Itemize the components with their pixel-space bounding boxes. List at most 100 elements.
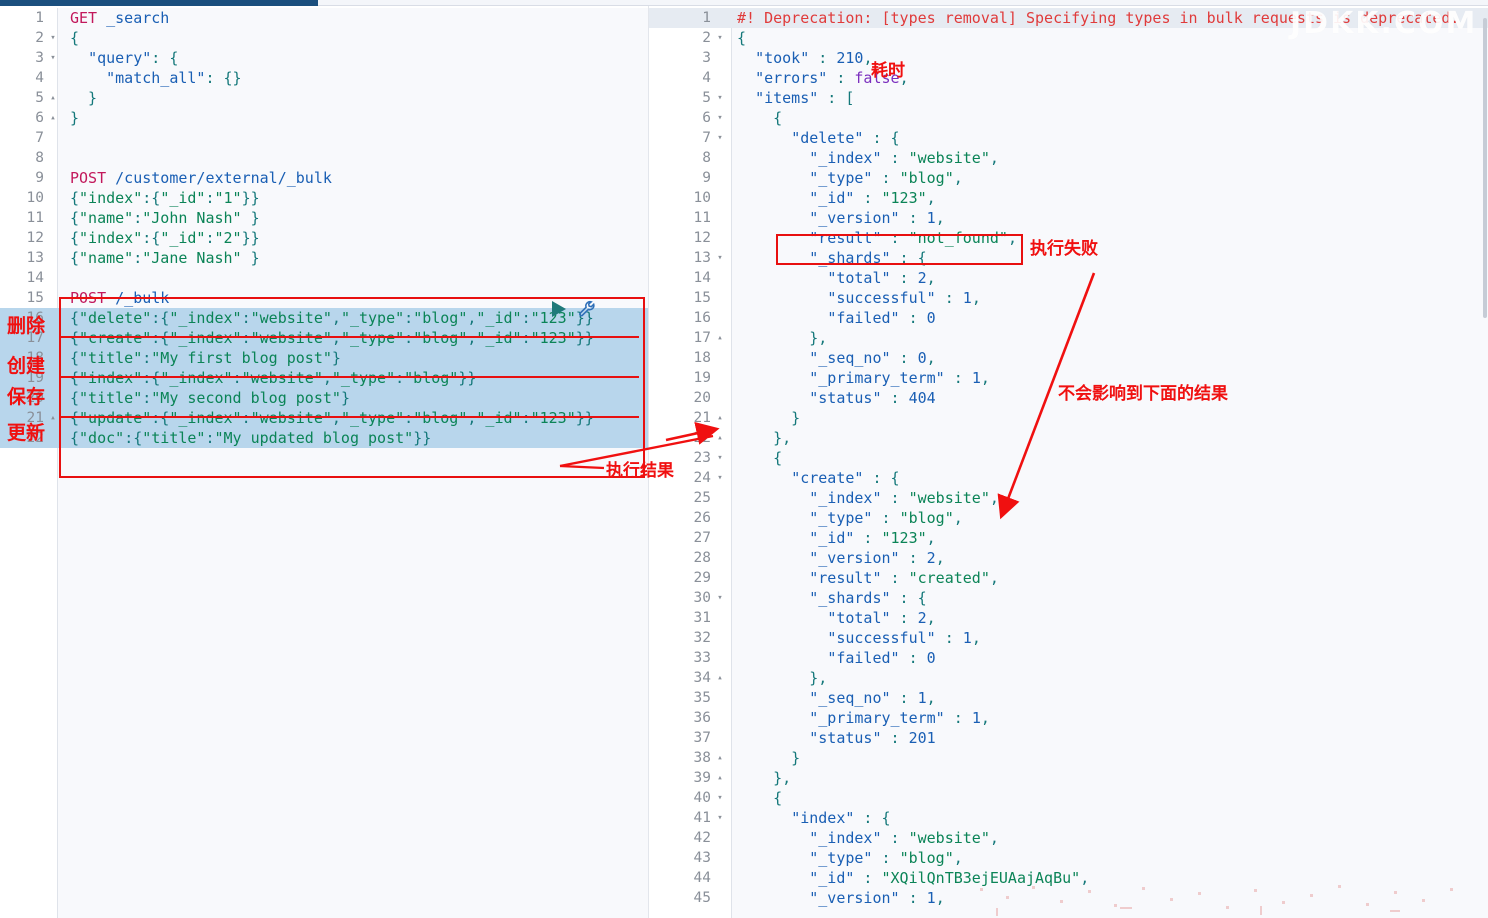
code-line[interactable]: 41 ▾ "index" : { [649, 808, 1488, 828]
code-line[interactable]: 31 "total" : 2, [649, 608, 1488, 628]
code-line[interactable]: 36 "_primary_term" : 1, [649, 708, 1488, 728]
fold-toggle-icon[interactable]: ▴ [713, 748, 727, 768]
code-line[interactable]: 23 ▾ { [649, 448, 1488, 468]
code-line[interactable]: 27 "_id" : "123", [649, 528, 1488, 548]
code-line[interactable]: 10 "_id" : "123", [649, 188, 1488, 208]
request-actions[interactable] [548, 298, 599, 324]
code-line[interactable]: 29 "result" : "created", [649, 568, 1488, 588]
code-line[interactable]: 4 "errors" : false, [649, 68, 1488, 88]
code-line[interactable]: 26 "_type" : "blog", [649, 508, 1488, 528]
fold-toggle-icon[interactable]: ▴ [713, 768, 727, 788]
code-line[interactable]: 6 ▾ { [649, 108, 1488, 128]
code-text: "_type" : "blog", [809, 849, 963, 867]
code-line[interactable]: 39 ▴ }, [649, 768, 1488, 788]
code-line[interactable]: 3 ▾ "query": { [0, 48, 648, 68]
code-line[interactable]: 42 "_index" : "website", [649, 828, 1488, 848]
response-scroll-thumb[interactable] [1483, 18, 1487, 318]
code-line[interactable]: 20 {"title":"My second blog post"} [0, 388, 648, 408]
run-request-icon[interactable] [548, 299, 568, 323]
fold-toggle-icon[interactable]: ▴ [46, 108, 60, 128]
fold-toggle-icon[interactable]: ▾ [46, 48, 60, 68]
fold-toggle-icon[interactable]: ▾ [713, 788, 727, 808]
line-number: 20 [693, 390, 711, 406]
code-line[interactable]: 19 {"index":{"_index":"website","_type":"… [0, 368, 648, 388]
fold-toggle-icon[interactable]: ▾ [713, 448, 727, 468]
fold-toggle-icon[interactable]: ▾ [713, 468, 727, 488]
code-line[interactable]: 16 "failed" : 0 [649, 308, 1488, 328]
code-line[interactable]: 7 ▾ "delete" : { [649, 128, 1488, 148]
code-line[interactable]: 33 "failed" : 0 [649, 648, 1488, 668]
code-line[interactable]: 11 "_version" : 1, [649, 208, 1488, 228]
code-line[interactable]: 3 "took" : 210, [649, 48, 1488, 68]
code-line[interactable]: 4 "match_all": {} [0, 68, 648, 88]
code-line[interactable]: 32 "successful" : 1, [649, 628, 1488, 648]
code-line[interactable]: 11 {"name":"John Nash" } [0, 208, 648, 228]
code-line[interactable]: 34 ▴ }, [649, 668, 1488, 688]
code-line[interactable]: 24 ▾ "create" : { [649, 468, 1488, 488]
code-line[interactable]: 25 "_index" : "website", [649, 488, 1488, 508]
fold-toggle-icon[interactable]: ▴ [713, 668, 727, 688]
code-text: "_shards" : { [809, 589, 927, 607]
wrench-icon[interactable] [577, 298, 599, 324]
response-scrollbar[interactable] [1482, 8, 1488, 918]
code-line[interactable]: 9 "_type" : "blog", [649, 168, 1488, 188]
code-line[interactable]: 35 "_seq_no" : 1, [649, 688, 1488, 708]
fold-toggle-icon[interactable]: ▾ [713, 28, 727, 48]
code-line[interactable]: 17 ▴ }, [649, 328, 1488, 348]
code-line[interactable]: 9 POST /customer/external/_bulk [0, 168, 648, 188]
line-number: 25 [693, 490, 711, 506]
code-line[interactable]: 21 ▴ {"update":{"_index":"website","_type"… [0, 408, 648, 428]
code-line[interactable]: 12 {"index":{"_id":"2"}} [0, 228, 648, 248]
code-line[interactable]: 13 {"name":"Jane Nash" } [0, 248, 648, 268]
line-number: 3 [35, 50, 44, 66]
code-line[interactable]: 43 "_type" : "blog", [649, 848, 1488, 868]
fold-toggle-icon[interactable]: ▴ [713, 328, 727, 348]
fold-toggle-icon[interactable]: ▴ [713, 408, 727, 428]
code-line[interactable]: 17 {"create":{"_index":"website","_type":… [0, 328, 648, 348]
code-line[interactable]: 44 "_id" : "XQilQnTB3ejEUAajAqBu", [649, 868, 1488, 888]
fold-toggle-icon[interactable]: ▾ [713, 588, 727, 608]
code-line[interactable]: 1 #! Deprecation: [types removal] Specify… [649, 8, 1488, 28]
code-line[interactable]: 38 ▴ } [649, 748, 1488, 768]
code-line[interactable]: 7 [0, 128, 648, 148]
code-line[interactable]: 2 ▾ { [0, 28, 648, 48]
code-line[interactable]: 22 ▴ }, [649, 428, 1488, 448]
bulk-sep-delete [59, 336, 639, 338]
fold-toggle-icon[interactable]: ▾ [713, 128, 727, 148]
code-line[interactable]: 8 "_index" : "website", [649, 148, 1488, 168]
code-line[interactable]: 15 "successful" : 1, [649, 288, 1488, 308]
fold-toggle-icon[interactable]: ▾ [46, 28, 60, 48]
code-line[interactable]: 21 ▴ } [649, 408, 1488, 428]
bulk-sep-index [59, 416, 639, 418]
code-line[interactable]: 8 [0, 148, 648, 168]
line-number: 44 [693, 870, 711, 886]
fold-toggle-icon[interactable]: ▾ [713, 88, 727, 108]
code-line[interactable]: 28 "_version" : 2, [649, 548, 1488, 568]
request-code-lines[interactable]: 1 GET _search 2 ▾{3 ▾ "query": {4 "match_all… [0, 8, 648, 448]
code-line[interactable]: 5 ▾ "items" : [ [649, 88, 1488, 108]
code-line[interactable]: 30 ▾ "_shards" : { [649, 588, 1488, 608]
fold-toggle-icon[interactable]: ▴ [46, 408, 60, 428]
fold-toggle-icon[interactable]: ▴ [46, 88, 60, 108]
code-line[interactable]: 1 GET _search [0, 8, 648, 28]
code-line[interactable]: 14 "total" : 2, [649, 268, 1488, 288]
code-line[interactable]: 6 ▴} [0, 108, 648, 128]
fold-toggle-icon[interactable]: ▾ [713, 108, 727, 128]
code-line[interactable]: 5 ▴ } [0, 88, 648, 108]
code-line[interactable]: 40 ▾ { [649, 788, 1488, 808]
code-line[interactable]: 45 "_version" : 1, [649, 888, 1488, 908]
code-text: } [70, 109, 80, 127]
code-text: "_index" : "website", [809, 149, 999, 167]
fold-toggle-icon[interactable]: ▾ [713, 248, 727, 268]
code-line[interactable]: 18 {"title":"My first blog post"} [0, 348, 648, 368]
fold-toggle-icon[interactable]: ▴ [713, 428, 727, 448]
response-code-lines[interactable]: 1 #! Deprecation: [types removal] Specify… [649, 8, 1488, 908]
line-number: 4 [702, 70, 711, 86]
code-line[interactable]: 14 [0, 268, 648, 288]
code-line[interactable]: 37 "status" : 201 [649, 728, 1488, 748]
fold-toggle-icon[interactable]: ▾ [713, 808, 727, 828]
code-line[interactable]: 10 {"index":{"_id":"1"}} [0, 188, 648, 208]
code-line[interactable]: 18 "_seq_no" : 0, [649, 348, 1488, 368]
code-line[interactable]: 22 {"doc":{"title":"My updated blog post"… [0, 428, 648, 448]
code-line[interactable]: 2 ▾ { [649, 28, 1488, 48]
